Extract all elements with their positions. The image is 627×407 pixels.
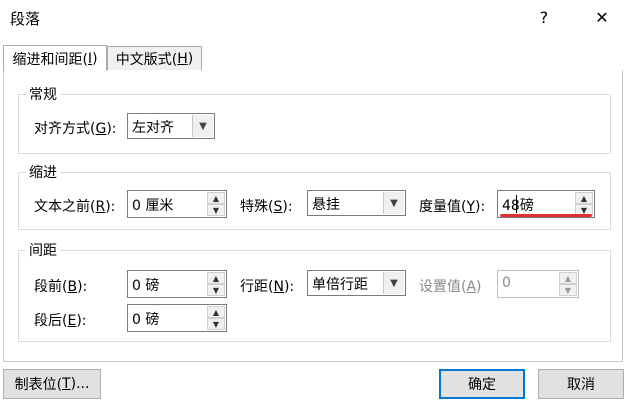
- tab-indent-spacing[interactable]: 缩进和间距(I): [3, 45, 107, 71]
- label-text: 行距(: [240, 279, 274, 295]
- spin-down-icon: ▼: [559, 284, 577, 296]
- label-text: 段后(: [34, 313, 68, 329]
- tab-label-post: ): [92, 50, 98, 67]
- measure-value: 48磅: [502, 198, 534, 214]
- spin-down-icon[interactable]: ▼: [207, 284, 225, 296]
- alignment-value: 左对齐: [132, 120, 174, 136]
- spin-down-icon[interactable]: ▼: [207, 204, 225, 216]
- help-button[interactable]: ?: [528, 4, 560, 30]
- button-accesskey: T: [62, 376, 71, 392]
- label-text: ):: [475, 199, 486, 215]
- line-spacing-select[interactable]: 单倍行距 ▼: [307, 270, 406, 296]
- label-text: ):: [76, 313, 87, 329]
- tab-stops-button[interactable]: 制表位(T)...: [3, 369, 101, 399]
- label-text: 段前(: [34, 279, 68, 295]
- label-text: 设置值(: [419, 279, 467, 295]
- chevron-down-icon[interactable]: ▼: [192, 115, 213, 137]
- line-spacing-label: 行距(N):: [240, 276, 294, 296]
- tab-accesskey: H: [177, 50, 188, 67]
- line-spacing-value: 单倍行距: [312, 277, 368, 293]
- set-value-value: 0: [502, 275, 511, 291]
- label-text: ):: [282, 199, 293, 215]
- special-label: 特殊(S):: [240, 196, 293, 216]
- tab-label-pre: 缩进和间距(: [12, 51, 88, 68]
- set-value-label: 设置值(A): [419, 276, 482, 296]
- ok-button[interactable]: 确定: [439, 369, 525, 399]
- space-before-value: 0 磅: [132, 278, 160, 294]
- label-accesskey: B: [67, 279, 78, 295]
- label-text: ):: [283, 279, 295, 295]
- before-text-value: 0 厘米: [132, 198, 174, 214]
- label-text: 对齐方式(: [34, 121, 96, 137]
- label-accesskey: R: [95, 199, 106, 215]
- chevron-down-icon[interactable]: ▼: [383, 272, 404, 294]
- space-after-spinner[interactable]: 0 磅 ▲ ▼: [127, 304, 227, 332]
- label-accesskey: G: [95, 121, 107, 137]
- space-before-label: 段前(B):: [34, 276, 87, 296]
- space-before-spinner[interactable]: 0 磅 ▲ ▼: [127, 270, 227, 298]
- label-text: 文本之前(: [34, 199, 96, 215]
- before-text-spinner[interactable]: 0 厘米 ▲ ▼: [127, 190, 227, 218]
- label-text: ): [476, 279, 482, 295]
- indent-group-label: 缩进: [26, 162, 60, 182]
- alignment-select[interactable]: 左对齐 ▼: [127, 113, 215, 139]
- space-after-value: 0 磅: [132, 312, 160, 328]
- dialog-title: 段落: [10, 10, 41, 28]
- annotation-underline: [500, 214, 592, 217]
- label-text: ):: [105, 199, 116, 215]
- special-value: 悬挂: [312, 197, 340, 213]
- label-text: ):: [77, 279, 88, 295]
- label-text: 特殊(: [240, 199, 274, 215]
- button-label: 制表位(: [14, 377, 63, 393]
- set-value-spinner: 0 ▲ ▼: [497, 270, 579, 298]
- label-accesskey: A: [466, 279, 477, 295]
- spin-up-icon[interactable]: ▲: [207, 306, 225, 318]
- spin-up-icon[interactable]: ▲: [575, 192, 593, 204]
- space-after-label: 段后(E):: [34, 310, 87, 330]
- label-text: ):: [106, 121, 117, 137]
- cancel-button[interactable]: 取消: [538, 369, 624, 399]
- close-button[interactable]: ✕: [586, 4, 618, 30]
- general-group-label: 常规: [26, 84, 60, 104]
- tab-label-pre: 中文版式(: [115, 51, 178, 68]
- label-accesskey: Y: [466, 199, 476, 215]
- spin-up-icon[interactable]: ▲: [207, 192, 225, 204]
- before-text-label: 文本之前(R):: [34, 196, 115, 216]
- spacing-group-label: 间距: [26, 240, 60, 260]
- label-accesskey: E: [67, 313, 77, 329]
- special-select[interactable]: 悬挂 ▼: [307, 190, 406, 216]
- spin-down-icon[interactable]: ▼: [207, 318, 225, 330]
- alignment-label: 对齐方式(G):: [34, 118, 117, 138]
- text-caret: [516, 195, 517, 213]
- measure-label: 度量值(Y):: [419, 196, 485, 216]
- spin-up-icon: ▲: [559, 272, 577, 284]
- chevron-down-icon[interactable]: ▼: [383, 192, 404, 214]
- tab-label-post: ): [187, 50, 194, 67]
- spin-up-icon[interactable]: ▲: [207, 272, 225, 284]
- label-text: 度量值(: [419, 199, 467, 215]
- tab-chinese-typography[interactable]: 中文版式(H): [107, 46, 202, 70]
- label-accesskey: N: [273, 279, 284, 295]
- button-label: )...: [70, 376, 90, 392]
